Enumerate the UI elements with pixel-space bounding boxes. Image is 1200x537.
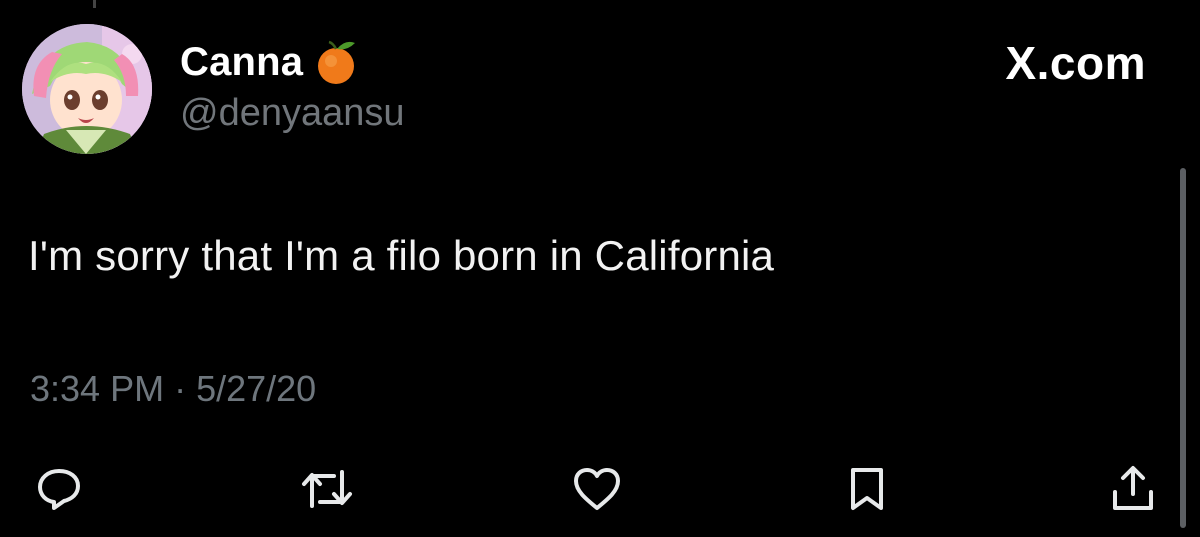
meta-separator: · <box>174 368 187 409</box>
top-divider-tick <box>93 0 96 8</box>
orange-emoji-icon <box>311 37 361 87</box>
action-bar <box>0 460 1200 520</box>
display-name-row: Canna <box>180 36 361 88</box>
scrollbar[interactable] <box>1180 168 1186 528</box>
share-icon <box>1113 466 1153 510</box>
bookmark-icon <box>851 468 883 510</box>
like-button[interactable] <box>568 460 626 518</box>
avatar[interactable] <box>22 24 152 154</box>
like-icon <box>574 468 620 510</box>
avatar-image <box>22 24 152 154</box>
tweet-date: 5/27/20 <box>196 368 317 409</box>
bookmark-button[interactable] <box>838 460 896 518</box>
reply-button[interactable] <box>30 460 88 518</box>
tweet-time: 3:34 PM <box>30 368 165 409</box>
brand-logo: X.com <box>1005 37 1146 89</box>
tweet-text: I'm sorry that I'm a filo born in Califo… <box>28 232 775 279</box>
tweet-timestamp[interactable]: 3:34 PM · 5/27/20 <box>30 368 316 410</box>
display-name[interactable]: Canna <box>180 40 303 85</box>
user-handle[interactable]: @denyaansu <box>180 92 405 135</box>
retweet-button[interactable] <box>298 460 356 518</box>
share-button[interactable] <box>1104 460 1162 518</box>
reply-icon <box>38 469 80 510</box>
retweet-icon <box>302 470 352 508</box>
